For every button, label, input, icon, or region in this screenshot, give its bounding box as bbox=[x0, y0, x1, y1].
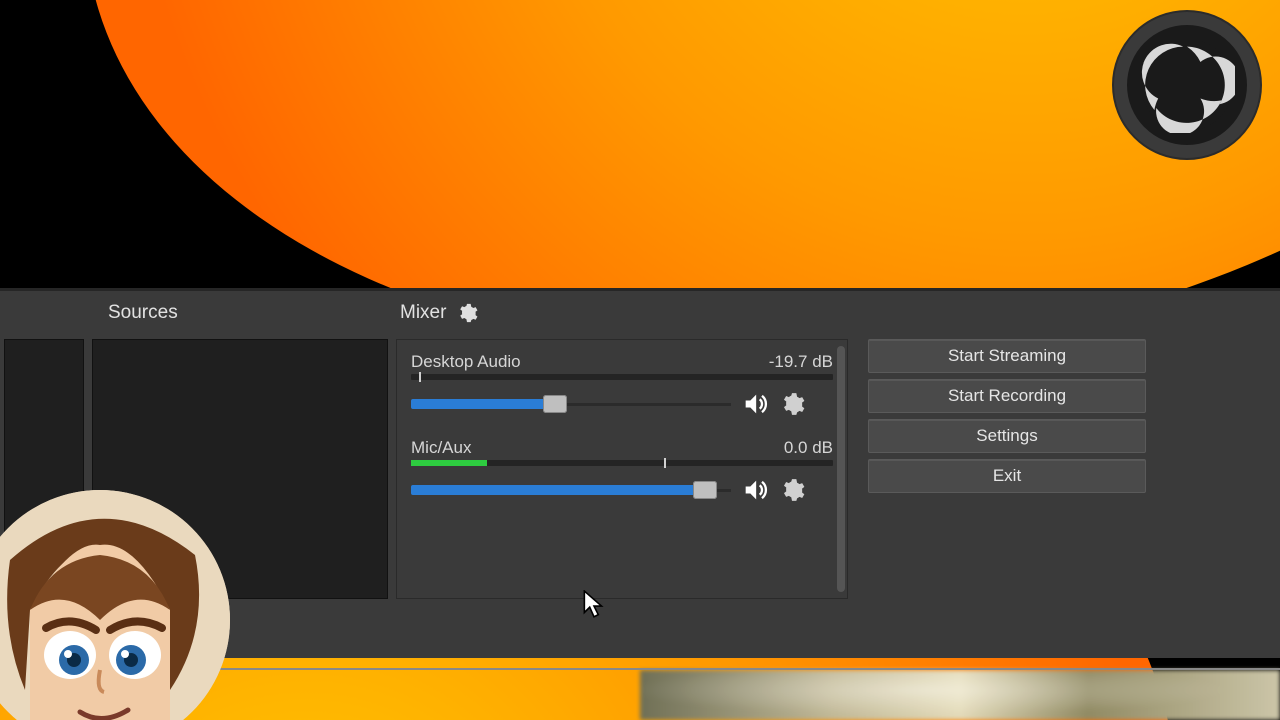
mixer-panel-title: Mixer bbox=[400, 302, 446, 324]
start-streaming-button[interactable]: Start Streaming bbox=[868, 339, 1146, 373]
gear-icon[interactable] bbox=[779, 477, 805, 503]
controls-panel: Start Streaming Start Recording Settings… bbox=[868, 339, 1146, 615]
gear-icon[interactable] bbox=[456, 302, 478, 324]
scrollbar[interactable] bbox=[837, 346, 845, 592]
mixer-panel: Desktop Audio -19.7 dB bbox=[396, 339, 848, 599]
volume-slider[interactable] bbox=[411, 485, 731, 495]
obs-logo-icon bbox=[1139, 37, 1235, 133]
mixer-channel: Mic/Aux 0.0 dB bbox=[411, 438, 833, 504]
mixer-channel-name: Desktop Audio bbox=[411, 352, 521, 372]
exit-button[interactable]: Exit bbox=[868, 459, 1146, 493]
mixer-channel-name: Mic/Aux bbox=[411, 438, 471, 458]
sources-panel-title: Sources bbox=[108, 302, 400, 324]
mixer-channel: Desktop Audio -19.7 dB bbox=[411, 352, 833, 418]
speaker-icon[interactable] bbox=[741, 390, 769, 418]
start-recording-button[interactable]: Start Recording bbox=[868, 379, 1146, 413]
mixer-channel-db: -19.7 dB bbox=[769, 352, 833, 372]
audio-meter bbox=[411, 374, 833, 380]
mixer-channel-db: 0.0 dB bbox=[784, 438, 833, 458]
cursor-icon bbox=[583, 590, 605, 620]
video-thumbnail-strip bbox=[640, 670, 1280, 720]
obs-logo-badge bbox=[1112, 10, 1262, 160]
speaker-icon[interactable] bbox=[741, 476, 769, 504]
audio-meter bbox=[411, 460, 833, 466]
volume-slider[interactable] bbox=[411, 399, 731, 409]
settings-button[interactable]: Settings bbox=[868, 419, 1146, 453]
gear-icon[interactable] bbox=[779, 391, 805, 417]
